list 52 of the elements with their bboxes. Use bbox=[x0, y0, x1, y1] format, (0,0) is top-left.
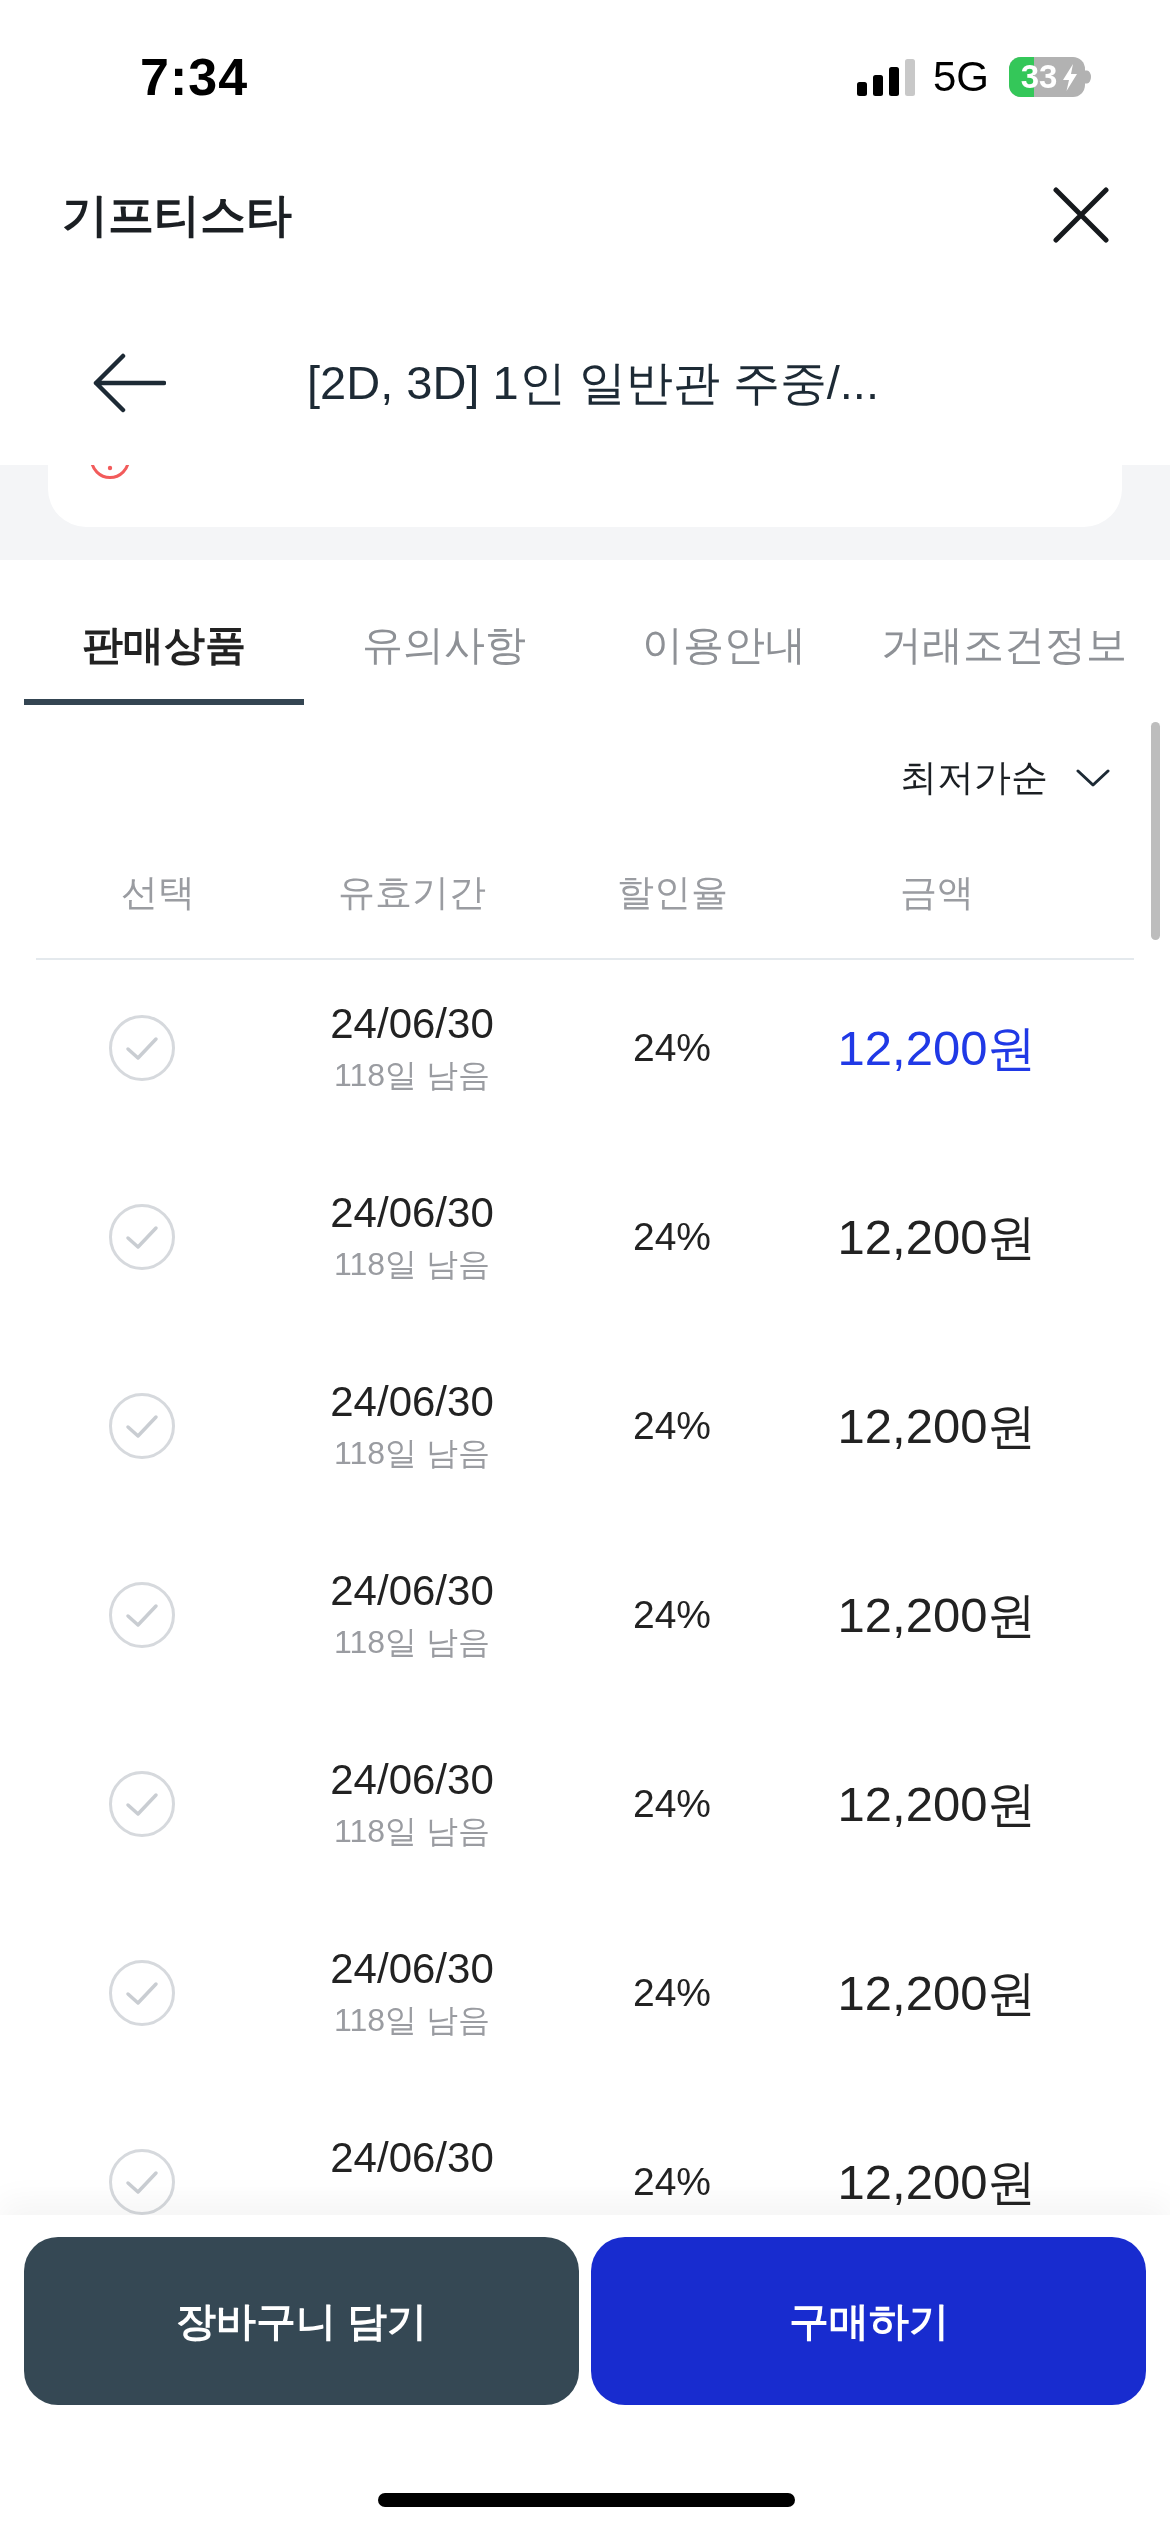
expiry-date: 24/06/30 bbox=[330, 2134, 494, 2181]
close-icon[interactable] bbox=[1053, 187, 1109, 243]
discount-rate: 24% bbox=[631, 1213, 713, 1260]
tab[interactable]: 판매상품 bbox=[24, 560, 304, 705]
price: 12,200원 bbox=[836, 1777, 1038, 1830]
expiry-date: 24/06/30 bbox=[330, 1000, 494, 1047]
column-header: 할인율 bbox=[615, 871, 729, 915]
bolt-icon bbox=[1063, 64, 1077, 91]
signal-icon bbox=[856, 58, 915, 96]
column-header: 유효기간 bbox=[337, 871, 487, 915]
check-circle-icon[interactable] bbox=[109, 1203, 175, 1270]
days-remaining: 118일 남음 bbox=[334, 1622, 490, 1662]
add-to-cart-button[interactable]: 장바구니 담기 bbox=[24, 2237, 579, 2405]
days-remaining: 118일 남음 bbox=[334, 2000, 490, 2040]
chevron-down-icon bbox=[1076, 769, 1110, 787]
check-circle-icon[interactable] bbox=[109, 1014, 175, 1081]
expiry-date: 24/06/30 bbox=[330, 1945, 494, 1992]
price: 12,200원 bbox=[836, 1210, 1038, 1263]
discount-rate: 24% bbox=[631, 1591, 713, 1638]
left-arrow-icon[interactable] bbox=[92, 352, 166, 413]
discount-rate: 24% bbox=[631, 1024, 713, 1071]
check-circle-icon[interactable] bbox=[109, 1770, 175, 1837]
discount-rate: 24% bbox=[631, 1969, 713, 2016]
column-header: 금액 bbox=[899, 871, 975, 915]
expiry-date: 24/06/30 bbox=[330, 1567, 494, 1614]
alert-icon bbox=[88, 465, 132, 480]
app-title: 기프티스타 bbox=[62, 188, 292, 243]
expiry-date: 24/06/30 bbox=[330, 1378, 494, 1425]
check-circle-icon[interactable] bbox=[109, 1581, 175, 1648]
check-circle-icon[interactable] bbox=[109, 2148, 175, 2215]
discount-rate: 24% bbox=[631, 2158, 713, 2205]
sort-dropdown[interactable]: 최저가순 bbox=[900, 755, 1110, 801]
expiry-date: 24/06/30 bbox=[330, 1189, 494, 1236]
status-time: 7:34 bbox=[140, 47, 249, 107]
price: 12,200원 bbox=[836, 2155, 1038, 2208]
column-header: 선택 bbox=[120, 871, 196, 915]
discount-rate: 24% bbox=[631, 1402, 713, 1449]
days-remaining: 118일 남음 bbox=[334, 1055, 490, 1095]
page-title: [2D, 3D] 1인 일반관 주중/... bbox=[307, 354, 879, 411]
network-type: 5G bbox=[932, 53, 989, 101]
days-remaining: 118일 남음 bbox=[334, 1433, 490, 1473]
days-remaining: 118일 남음 bbox=[334, 1244, 490, 1284]
discount-rate: 24% bbox=[631, 1780, 713, 1827]
check-circle-icon[interactable] bbox=[109, 1392, 175, 1459]
price: 12,200원 bbox=[836, 1399, 1038, 1452]
price: 12,200원 bbox=[836, 1588, 1038, 1641]
buy-button[interactable]: 구매하기 bbox=[591, 2237, 1146, 2405]
price: 12,200원 bbox=[836, 1021, 1038, 1074]
days-remaining: 118일 남음 bbox=[334, 1811, 490, 1851]
price: 12,200원 bbox=[836, 1966, 1038, 2019]
expiry-date: 24/06/30 bbox=[330, 1756, 494, 1803]
check-circle-icon[interactable] bbox=[109, 1959, 175, 2026]
